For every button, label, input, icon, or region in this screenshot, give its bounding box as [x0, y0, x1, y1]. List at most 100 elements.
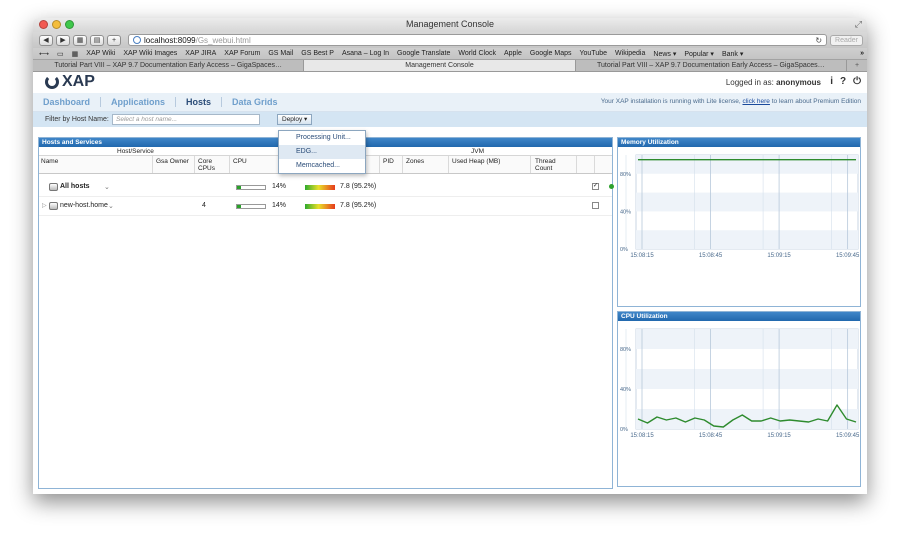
host-name: All hosts: [60, 183, 90, 190]
bookmark-item[interactable]: XAP Wiki: [86, 50, 115, 57]
deploy-menu-item[interactable]: EDG...: [279, 145, 365, 159]
nav-tab-data-grids[interactable]: Data Grids: [222, 97, 288, 107]
title-bar: Management Console ⤢: [33, 18, 867, 32]
hosts-group-icon: [49, 183, 58, 191]
bookmark-item[interactable]: Bank ▾: [722, 50, 743, 58]
col-name[interactable]: Name: [41, 158, 58, 165]
bookmark-item[interactable]: World Clock: [458, 50, 496, 57]
bookmark-item[interactable]: XAP Wiki Images: [123, 50, 177, 57]
cpu-panel-title: CPU Utilization: [618, 312, 860, 321]
plot-band: [636, 230, 858, 249]
deploy-menu-item[interactable]: Memcached...: [279, 159, 365, 173]
top-sites-icon[interactable]: ▦: [73, 34, 87, 46]
help-icon[interactable]: ?: [840, 76, 846, 87]
license-suffix: to learn about Premium Edition: [771, 98, 861, 105]
back-button[interactable]: ◀: [39, 34, 53, 46]
bookmark-item[interactable]: News ▾: [653, 50, 676, 58]
cpu-percent: 14%: [272, 202, 287, 209]
filter-label: Filter by Host Name:: [45, 116, 109, 123]
info-icon[interactable]: i: [830, 76, 833, 87]
url-host: localhost:8099: [144, 35, 196, 45]
x-tick-label: 15:08:45: [699, 433, 723, 439]
bookmarks-icon[interactable]: ▭: [57, 50, 64, 58]
chevron-down-icon[interactable]: ⌄: [108, 202, 114, 210]
group-host-service: Host/Service: [117, 148, 154, 155]
main-nav: Dashboard Applications Hosts Data Grids: [43, 97, 288, 107]
table-row[interactable]: ▷ new-host.home ⌄ 4 14% 7.8 (95.2%): [39, 197, 612, 216]
memory-usage-bar: [305, 185, 335, 190]
x-tick-label: 15:09:15: [767, 433, 791, 439]
table-row[interactable]: All hosts ⌄ 14% 7.8 (95.2%) ✓: [39, 178, 614, 197]
plot-band: [636, 329, 858, 349]
license-link[interactable]: click here: [742, 98, 769, 105]
nav-tab-dashboard[interactable]: Dashboard: [43, 97, 102, 107]
license-notice: Your XAP installation is running with Li…: [601, 98, 861, 105]
bookmark-item[interactable]: YouTube: [580, 50, 608, 57]
bookmark-item[interactable]: XAP Forum: [224, 50, 260, 57]
expand-arrow-icon[interactable]: ▷: [42, 202, 47, 209]
new-tab-button[interactable]: +: [107, 34, 121, 46]
status-dot: [609, 184, 614, 189]
browser-tab[interactable]: Tutorial Part VIII – XAP 9.7 Documentati…: [33, 60, 305, 71]
bookmark-item[interactable]: Google Translate: [397, 50, 450, 57]
cpu-usage-fill: [237, 205, 241, 208]
y-tick-label: 80%: [620, 172, 631, 178]
y-tick-label: 0%: [620, 427, 628, 433]
reader-button[interactable]: Reader: [830, 34, 863, 46]
bookmark-item[interactable]: Popular ▾: [684, 50, 714, 58]
add-tab-button[interactable]: +: [847, 60, 867, 71]
reload-icon[interactable]: ↻: [815, 36, 822, 45]
browser-window: Management Console ⤢ ◀ ▶ ▦ ▤ + localhost…: [33, 18, 867, 494]
chevron-down-icon[interactable]: ⌄: [104, 183, 110, 191]
bookmark-item[interactable]: Asana – Log In: [342, 50, 389, 57]
memory-value: 7.8 (95.2%): [340, 183, 377, 190]
plot-band: [636, 155, 858, 174]
bookmarks-bar: ⟷ ▭ ▦ XAP Wiki XAP Wiki Images XAP JIRA XAP…: [33, 48, 867, 60]
col-gsa-owner[interactable]: Gsa Owner: [156, 158, 189, 165]
y-tick-label: 40%: [620, 209, 631, 215]
x-tick-label: 15:09:15: [767, 253, 791, 259]
bookmarks-book-icon[interactable]: ▤: [90, 34, 104, 46]
browser-tab[interactable]: Management Console: [304, 60, 576, 71]
nav-tab-hosts[interactable]: Hosts: [176, 97, 223, 107]
memory-panel: Memory Utilization 15:08:15 15:08:45 15:09…: [617, 137, 861, 307]
top-sites-grid-icon[interactable]: ▦: [72, 50, 79, 58]
cpu-usage-bar: [236, 185, 266, 190]
bookmark-item[interactable]: XAP JIRA: [185, 50, 216, 57]
deploy-button[interactable]: Deploy ▾: [277, 114, 313, 125]
col-used-heap[interactable]: Used Heap (MB): [452, 158, 500, 165]
col-pid[interactable]: PID: [383, 158, 394, 165]
row-checkbox[interactable]: ✓: [592, 183, 599, 190]
nav-tab-applications[interactable]: Applications: [101, 97, 177, 107]
cpu-percent: 14%: [272, 183, 287, 190]
row-checkbox[interactable]: [592, 202, 599, 209]
address-bar[interactable]: localhost:8099/Gs_webui.html ↻: [128, 34, 828, 46]
bookmark-item[interactable]: GS Mail: [268, 50, 293, 57]
bookmark-item[interactable]: GS Best P: [301, 50, 334, 57]
col-zones[interactable]: Zones: [406, 158, 424, 165]
reading-list-icon[interactable]: ⟷: [39, 50, 49, 58]
col-core-cpus[interactable]: Core CPUs: [198, 158, 220, 172]
host-filter-input[interactable]: Select a host name...: [112, 114, 260, 125]
fullscreen-icon[interactable]: ⤢: [855, 19, 862, 30]
bookmark-item[interactable]: Wikipedia: [615, 50, 645, 57]
tab-bar: Tutorial Part VIII – XAP 9.7 Documentati…: [33, 60, 867, 72]
y-tick-label: 80%: [620, 347, 631, 353]
bookmark-item[interactable]: Google Maps: [530, 50, 572, 57]
login-prefix: Logged in as:: [725, 78, 774, 87]
browser-tab[interactable]: Tutorial Part VIII – XAP 9.7 Documentati…: [576, 60, 847, 71]
forward-button[interactable]: ▶: [56, 34, 70, 46]
col-cpu[interactable]: CPU: [233, 158, 247, 165]
license-text: Your XAP installation is running with Li…: [600, 98, 741, 105]
more-bookmarks-icon[interactable]: »: [860, 50, 864, 57]
memory-usage-bar: [305, 204, 335, 209]
y-tick-label: 0%: [620, 247, 628, 253]
logo-text: XAP: [62, 73, 95, 90]
core-cpus-value: 4: [202, 202, 206, 209]
bookmark-item[interactable]: Apple: [504, 50, 522, 57]
col-thread-count[interactable]: Thread Count: [535, 158, 561, 172]
host-name: new-host.home: [60, 202, 108, 209]
url-path: /Gs_webui.html: [195, 35, 251, 45]
logout-power-icon[interactable]: ⏻: [853, 76, 861, 87]
deploy-menu-item[interactable]: Processing Unit...: [279, 131, 365, 145]
